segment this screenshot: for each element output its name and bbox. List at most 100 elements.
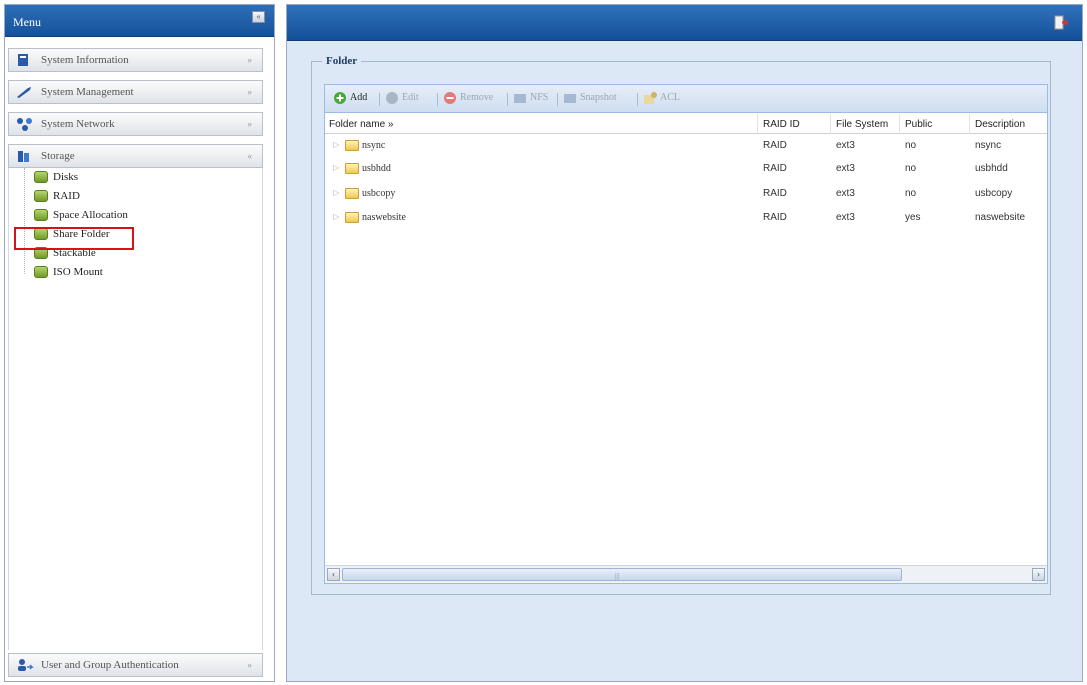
column-divider <box>830 114 831 134</box>
nfs-label: NFS <box>530 92 549 103</box>
accordion-storage[interactable]: Storage « <box>8 144 263 168</box>
toolbar-separator <box>637 93 638 106</box>
remove-label: Remove <box>460 92 494 103</box>
nfs-icon <box>514 94 526 103</box>
disk-icon <box>34 171 48 183</box>
description-cell: nsync <box>975 140 1002 151</box>
user-group-icon <box>18 659 34 671</box>
raid-id-cell: RAID <box>763 188 787 199</box>
table-row[interactable]: ▷ usbhdd RAID ext3 no usbhdd <box>325 158 1047 181</box>
acl-button[interactable]: ACL <box>643 92 680 104</box>
table-row[interactable]: ▷ nsync RAID ext3 no nsync <box>325 135 1047 158</box>
folder-icon <box>345 212 359 223</box>
collapse-icon[interactable]: « <box>248 151 253 161</box>
accordion-user-group-authentication[interactable]: User and Group Authentication » <box>8 653 263 677</box>
tree-item-space-allocation[interactable]: Space Allocation <box>31 206 128 226</box>
logout-icon[interactable] <box>1054 15 1068 30</box>
horizontal-scrollbar[interactable]: ‹ ||| › <box>325 565 1047 583</box>
expand-arrow-icon[interactable]: ▷ <box>333 212 339 221</box>
expand-arrow-icon[interactable]: ▷ <box>333 188 339 197</box>
scroll-right-button[interactable]: › <box>1032 568 1045 581</box>
remove-button[interactable]: Remove <box>443 92 494 104</box>
column-divider <box>969 114 970 134</box>
expand-icon[interactable]: » <box>248 87 253 97</box>
column-raid-id[interactable]: RAID ID <box>763 119 800 130</box>
tree-item-label: ISO Mount <box>53 266 103 278</box>
public-cell: no <box>905 140 917 151</box>
snapshot-button[interactable]: Snapshot <box>563 92 617 103</box>
system-info-icon <box>18 54 28 66</box>
description-cell: naswebsite <box>975 212 1026 223</box>
accordion-label: System Management <box>41 86 134 98</box>
table-row[interactable]: ▷ usbcopy RAID ext3 no usbcopy <box>325 183 1047 206</box>
tree-item-label: Space Allocation <box>53 209 128 221</box>
share-folder-highlight-box <box>14 227 134 250</box>
toolbar-separator <box>379 93 380 106</box>
column-file-system[interactable]: File System <box>836 119 888 130</box>
add-button[interactable]: Add <box>333 92 368 104</box>
acl-icon <box>644 92 657 104</box>
table-row[interactable]: ▷ naswebsite RAID ext3 yes naswebsite <box>325 207 1047 230</box>
column-divider <box>899 114 900 134</box>
expand-icon[interactable]: » <box>248 55 253 65</box>
menu-header: Menu « <box>5 5 274 37</box>
accordion-system-information[interactable]: System Information » <box>8 48 263 72</box>
public-cell: no <box>905 163 917 174</box>
disk-icon <box>34 266 48 278</box>
folder-name: nsync <box>362 140 386 151</box>
description-cell: usbhdd <box>975 163 1008 174</box>
tree-item-label: RAID <box>53 190 80 202</box>
tree-item-label: Disks <box>53 171 79 183</box>
scroll-thumb[interactable]: ||| <box>342 568 902 581</box>
content-header <box>287 5 1082 41</box>
content-panel: Folder Add Edit Remove NFS Snapshot ACL … <box>286 4 1083 682</box>
column-folder-name[interactable]: Folder name » <box>329 119 393 130</box>
nfs-button[interactable]: NFS <box>513 92 548 103</box>
edit-icon <box>386 92 398 104</box>
storage-icon <box>18 151 29 162</box>
grid-header: Folder name » RAID ID File System Public… <box>325 114 1047 134</box>
add-label: Add <box>350 92 368 103</box>
tree-item-raid[interactable]: RAID <box>31 187 80 207</box>
system-network-icon <box>17 118 32 131</box>
expand-arrow-icon[interactable]: ▷ <box>333 140 339 149</box>
edit-label: Edit <box>402 92 419 103</box>
raid-id-cell: RAID <box>763 212 787 223</box>
tree-item-iso-mount[interactable]: ISO Mount <box>31 263 103 283</box>
folder-name: naswebsite <box>362 212 406 223</box>
toolbar-separator <box>557 93 558 106</box>
file-system-cell: ext3 <box>836 140 855 151</box>
expand-icon[interactable]: » <box>248 119 253 129</box>
file-system-cell: ext3 <box>836 163 855 174</box>
expand-arrow-icon[interactable]: ▷ <box>333 163 339 172</box>
folder-icon <box>345 188 359 199</box>
folder-icon <box>345 140 359 151</box>
edit-button[interactable]: Edit <box>385 92 419 104</box>
tree-connector <box>24 168 25 274</box>
scroll-grip-icon: ||| <box>615 572 620 580</box>
column-divider <box>757 114 758 134</box>
description-cell: usbcopy <box>975 188 1013 199</box>
scroll-left-button[interactable]: ‹ <box>327 568 340 581</box>
raid-id-cell: RAID <box>763 140 787 151</box>
file-system-cell: ext3 <box>836 212 855 223</box>
column-public[interactable]: Public <box>905 119 932 130</box>
remove-icon <box>444 92 456 104</box>
tree-item-disks[interactable]: Disks <box>31 168 78 188</box>
expand-icon[interactable]: » <box>248 660 253 670</box>
accordion-system-network[interactable]: System Network » <box>8 112 263 136</box>
accordion-label: System Information <box>41 54 129 66</box>
accordion-system-management[interactable]: System Management » <box>8 80 263 104</box>
system-management-icon <box>17 87 31 98</box>
toolbar-separator <box>507 93 508 106</box>
folder-fieldset: Folder Add Edit Remove NFS Snapshot ACL … <box>311 55 1051 595</box>
snapshot-icon <box>564 94 576 103</box>
snapshot-label: Snapshot <box>580 92 617 103</box>
column-description[interactable]: Description <box>975 119 1025 130</box>
file-system-cell: ext3 <box>836 188 855 199</box>
toolbar-separator <box>437 93 438 106</box>
menu-collapse-button[interactable]: « <box>252 11 265 23</box>
disk-icon <box>34 190 48 202</box>
folder-icon <box>345 163 359 174</box>
acl-label: ACL <box>660 92 680 103</box>
